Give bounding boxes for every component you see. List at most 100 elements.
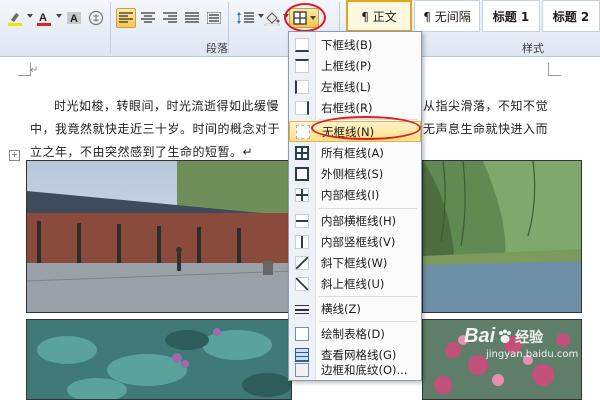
menu-item-right-border[interactable]: 右框线(R) [289,97,421,118]
style-heading-1[interactable]: 标题 1 [482,0,540,32]
highlight-oval [311,116,421,140]
style-heading-1-label: 标题 1 [492,9,530,24]
justify-button[interactable] [182,8,202,28]
menu-item-diagonal-up-border[interactable]: 斜上框线(U) [289,273,421,294]
outside-borders-icon [295,166,309,181]
highlight-icon [8,13,22,26]
style-heading-2[interactable]: 标题 2 [542,0,600,32]
table-move-handle-icon[interactable]: + [9,150,20,161]
borders-dropdown-menu: 下框线(B) 上框线(P) 左框线(L) 右框线(R) 无框线(N) 所有框线(… [288,31,422,381]
menu-item-draw-table[interactable]: 绘制表格(D) [289,323,421,344]
bottom-border-icon [295,37,309,52]
page-corner-mark [548,63,561,76]
menu-item-label: 内部竖框线(V) [321,234,396,249]
top-border-icon [295,58,309,73]
align-right-icon [163,12,177,23]
paragraph-line: 中，我竟然就快走近三十岁。时间的概念对于 [30,122,281,136]
menu-item-label: 绘制表格(D) [321,326,385,341]
menu-item-borders-and-shading[interactable]: 边框和底纹(O)... [289,359,421,380]
menu-item-inside-horizontal-border[interactable]: 内部横框线(H) [289,210,421,231]
font-color-icon: A [37,12,51,26]
menu-separator [319,296,417,297]
menu-item-label: 边框和底纹(O)... [321,362,408,377]
align-right-button[interactable] [160,8,180,28]
paragraph-line: 无声息生命就快进入而 [423,122,549,136]
justify-icon [185,12,199,23]
diagonal-down-border-icon [295,255,309,270]
line-spacing-icon [237,12,254,24]
align-left-button[interactable] [116,8,136,28]
right-border-icon [295,100,309,115]
svg-text:A: A [39,12,47,24]
watermark-brand: Bai [464,325,496,347]
ribbon-separator [228,2,229,54]
draw-table-icon [295,326,309,341]
font-color-dropdown-icon[interactable] [56,14,62,18]
menu-item-label: 斜下框线(W) [321,255,388,270]
style-normal-label: ¶ 正文 [361,9,397,24]
char-shading-icon: A [67,12,81,25]
distributed-icon [207,12,221,24]
distributed-button[interactable] [204,8,224,28]
shading-button[interactable] [262,8,282,28]
menu-item-horizontal-line[interactable]: 横线(Z) [289,298,421,319]
menu-item-label: 所有框线(A) [321,145,384,160]
baidu-jingyan-watermark: Bai 经验 jingyan.baidu.com [464,325,578,360]
paragraph-group-label: 段落 [206,42,228,55]
menu-item-label: 外侧框线(S) [321,166,384,181]
menu-item-outside-borders[interactable]: 外侧框线(S) [289,163,421,184]
align-center-button[interactable] [138,8,158,28]
menu-item-inside-borders[interactable]: 内部框线(I) [289,184,421,205]
inside-borders-icon [295,187,309,202]
styles-group-label: 样式 [522,42,544,55]
horizontal-line-icon [295,301,309,316]
paw-icon [499,329,512,343]
align-center-icon [141,12,155,23]
style-heading-2-label: 标题 2 [552,9,590,24]
paragraph-mark-icon: ↵ [30,65,39,76]
watermark-url: jingyan.baidu.com [486,349,579,360]
menu-item-inside-vertical-border[interactable]: 内部竖框线(V) [289,231,421,252]
paragraph-line: 从指尖滑落，不知不觉 [423,99,549,113]
left-border-icon [295,79,309,94]
font-color-button[interactable]: A [34,8,54,28]
menu-item-bottom-border[interactable]: 下框线(B) [289,34,421,55]
all-borders-icon [295,145,309,160]
enclose-char-icon [88,10,104,26]
inside-vertical-border-icon [295,234,309,249]
style-normal[interactable]: ¶ 正文 [346,0,412,32]
willow-lake-photo [422,160,582,313]
highlight-button[interactable] [4,8,26,28]
menu-item-label: 横线(Z) [321,301,361,316]
green-plants-photo [26,319,292,400]
inside-horizontal-border-icon [295,213,309,228]
menu-item-label: 下框线(B) [321,37,373,52]
highlight-circle [284,3,326,32]
shading-icon [264,12,280,26]
menu-separator [319,321,417,322]
diagonal-up-border-icon [295,276,309,291]
menu-item-diagonal-down-border[interactable]: 斜下框线(W) [289,252,421,273]
watermark-brand-cn: 经验 [515,329,544,346]
borders-shading-icon [295,362,309,377]
menu-item-left-border[interactable]: 左框线(L) [289,76,421,97]
style-no-spacing-label: ¶ 无间隔 [423,9,471,24]
style-no-spacing[interactable]: ¶ 无间隔 [414,0,480,32]
char-shading-button[interactable]: A [64,8,84,28]
menu-item-label: 上框线(P) [321,58,372,73]
menu-item-label: 内部横框线(H) [321,213,397,228]
menu-item-label: 斜上框线(U) [321,276,385,291]
enclose-char-button[interactable] [86,8,106,28]
align-left-icon [119,12,133,23]
no-border-icon [296,124,310,139]
menu-item-all-borders[interactable]: 所有框线(A) [289,142,421,163]
menu-separator [319,208,417,209]
menu-item-label: 右框线(R) [321,100,373,115]
highlight-dropdown-icon[interactable] [27,14,33,18]
menu-item-top-border[interactable]: 上框线(P) [289,55,421,76]
corridor-photo [26,160,292,313]
menu-item-label: 左框线(L) [321,79,371,94]
menu-item-label: 内部框线(I) [321,187,380,202]
line-spacing-button[interactable] [233,8,257,28]
ribbon-separator [110,2,111,54]
